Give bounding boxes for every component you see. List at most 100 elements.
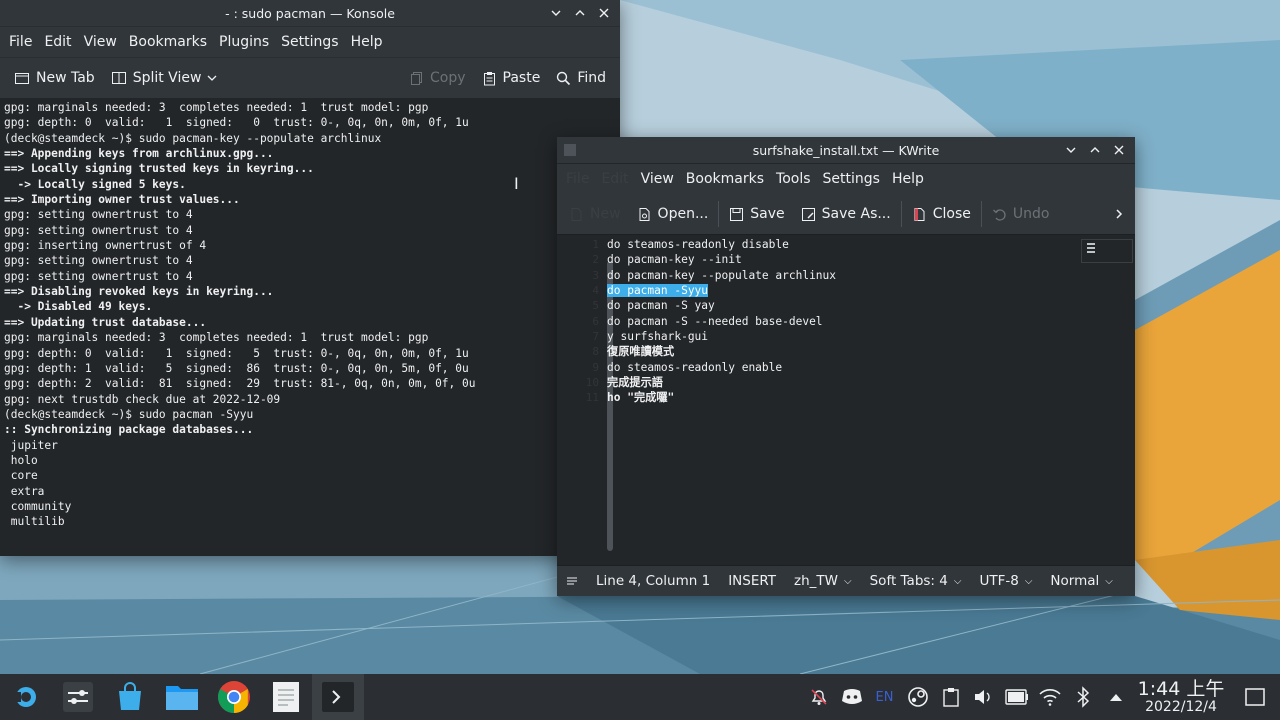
mode-label: Normal — [1050, 573, 1100, 589]
copy-icon — [411, 71, 422, 85]
statusbar-menu-button[interactable] — [557, 575, 587, 587]
minimap[interactable] — [1081, 239, 1133, 263]
undo-button[interactable]: Undo — [984, 199, 1058, 229]
kwrite-titlebar[interactable]: surfshake_install.txt — KWrite — [557, 137, 1135, 163]
chevron-up-icon — [575, 10, 585, 16]
menu-bookmarks[interactable]: Bookmarks — [123, 34, 213, 50]
editor-line[interactable]: do pacman-key --init — [607, 252, 836, 267]
open-button[interactable]: Open... — [629, 199, 717, 229]
bluetooth-tray[interactable] — [1066, 674, 1099, 720]
notifications-tray[interactable] — [802, 674, 835, 720]
menu-tools[interactable]: Tools — [770, 171, 817, 187]
konsole-window[interactable]: - : sudo pacman — Konsole File Edit View… — [0, 0, 620, 556]
editor-line[interactable]: 復原唯讀模式 — [607, 344, 836, 359]
tray-expand-button[interactable] — [1099, 674, 1132, 720]
discord-tray[interactable] — [835, 674, 868, 720]
konsole-titlebar[interactable]: - : sudo pacman — Konsole — [0, 0, 620, 26]
menu-plugins[interactable]: Plugins — [213, 34, 275, 50]
close-document-button[interactable]: Close — [904, 199, 979, 229]
menu-settings[interactable]: Settings — [817, 171, 886, 187]
menu-help[interactable]: Help — [886, 171, 930, 187]
task-chrome[interactable] — [208, 674, 260, 720]
wifi-tray[interactable] — [1033, 674, 1066, 720]
editor-line-text: do pacman-key --populate archlinux — [607, 268, 837, 282]
editor-line-text: y surfshark-gui — [607, 330, 709, 344]
show-desktop-button[interactable] — [1230, 674, 1280, 720]
selected-text[interactable]: do pacman -Syyu — [607, 284, 709, 298]
menu-file[interactable]: File — [3, 34, 38, 50]
chevron-right-icon — [1116, 209, 1123, 219]
find-button[interactable]: Find — [548, 63, 620, 93]
paste-button[interactable]: Paste — [474, 63, 549, 93]
split-view-button[interactable]: Split View — [103, 63, 226, 93]
editor-line[interactable]: do steamos-readonly enable — [607, 360, 836, 375]
encoding-selector[interactable]: UTF-8 ⌵ — [970, 573, 1041, 589]
menu-settings[interactable]: Settings — [275, 34, 344, 50]
editor-line-text: do pacman -S --needed base-devel — [607, 314, 823, 328]
volume-tray[interactable] — [967, 674, 1000, 720]
task-system-settings[interactable] — [52, 674, 104, 720]
text-document-icon — [273, 682, 299, 712]
editor-line[interactable]: y surfshark-gui — [607, 329, 836, 344]
line-number: 5 — [592, 299, 599, 313]
battery-tray[interactable] — [1000, 674, 1033, 720]
task-konsole[interactable] — [312, 674, 364, 720]
new-tab-button[interactable]: New Tab — [0, 63, 103, 93]
steam-tray[interactable] — [901, 674, 934, 720]
new-document-icon — [571, 207, 582, 221]
menu-help[interactable]: Help — [345, 34, 389, 50]
language-selector[interactable]: zh_TW ⌵ — [785, 573, 861, 589]
editor-line[interactable]: do pacman -S yay — [607, 298, 836, 313]
minimize-button[interactable] — [546, 3, 566, 23]
close-icon — [1114, 145, 1124, 155]
editor-line[interactable]: ho "完成囉" — [607, 390, 836, 405]
task-discover[interactable] — [104, 674, 156, 720]
terminal-icon — [322, 682, 354, 712]
editor-line[interactable]: do pacman-key --populate archlinux — [607, 268, 836, 283]
terminal-line: (deck@steamdeck ~)$ sudo pacman-key --po… — [4, 131, 382, 145]
maximize-button[interactable] — [570, 3, 590, 23]
minimize-button[interactable] — [1061, 140, 1081, 160]
close-button[interactable] — [1109, 140, 1129, 160]
close-button[interactable] — [594, 3, 614, 23]
toolbar-overflow-button[interactable] — [1105, 199, 1135, 229]
terminal-line: ==> Locally signing trusted keys in keyr… — [4, 162, 314, 176]
terminal-line: gpg: depth: 0 valid: 1 signed: 5 trust: … — [4, 346, 469, 360]
editor-line[interactable]: 完成提示語 — [607, 375, 836, 390]
clock-time: 1:44 上午 — [1137, 678, 1225, 700]
copy-button[interactable]: Copy — [401, 63, 474, 93]
task-kwrite[interactable] — [260, 674, 312, 720]
text-editor[interactable]: 1 2 3 4 5 6 7 8 9 10 11 do steamos-readonly disabl… — [557, 235, 1135, 567]
menu-edit[interactable]: Edit — [38, 34, 77, 50]
save-button[interactable]: Save — [721, 199, 792, 229]
application-launcher[interactable] — [0, 674, 52, 720]
triangle-up-icon — [1109, 694, 1122, 701]
menu-view[interactable]: View — [635, 171, 680, 187]
input-method-indicator[interactable]: EN — [868, 674, 901, 720]
menu-view[interactable]: View — [78, 34, 123, 50]
task-file-manager[interactable] — [156, 674, 208, 720]
menu-edit[interactable]: Edit — [595, 171, 634, 187]
copy-label: Copy — [430, 70, 466, 86]
cursor-position[interactable]: Line 4, Column 1 — [587, 573, 719, 589]
tabs-label: Soft Tabs: 4 — [869, 573, 948, 589]
input-mode[interactable]: INSERT — [719, 573, 785, 589]
mode-selector[interactable]: Normal ⌵ — [1041, 573, 1121, 589]
editor-line[interactable]: do pacman -Syyu — [607, 283, 836, 298]
digital-clock[interactable]: 1:44 上午 2022/12/4 — [1132, 679, 1230, 715]
kwrite-window[interactable]: surfshake_install.txt — KWrite File Edit… — [557, 137, 1135, 596]
menu-bookmarks[interactable]: Bookmarks — [680, 171, 770, 187]
terminal-line: gpg: marginals needed: 3 completes neede… — [4, 331, 429, 345]
new-button[interactable]: New — [557, 199, 629, 229]
tabs-selector[interactable]: Soft Tabs: 4 ⌵ — [861, 573, 971, 589]
editor-line[interactable]: do steamos-readonly disable — [607, 237, 836, 252]
menu-file[interactable]: File — [560, 171, 595, 187]
terminal-output[interactable]: gpg: marginals needed: 3 completes neede… — [0, 98, 620, 556]
clipboard-tray[interactable] — [934, 674, 967, 720]
editor-text[interactable]: do steamos-readonly disable do pacman-key… — [607, 237, 836, 406]
terminal-line: :: Synchronizing package databases... — [4, 423, 254, 437]
editor-line[interactable]: do pacman -S --needed base-devel — [607, 314, 836, 329]
maximize-button[interactable] — [1085, 140, 1105, 160]
save-as-button[interactable]: Save As... — [793, 199, 899, 229]
editor-line-text: 復原唯讀模式 — [607, 345, 675, 359]
